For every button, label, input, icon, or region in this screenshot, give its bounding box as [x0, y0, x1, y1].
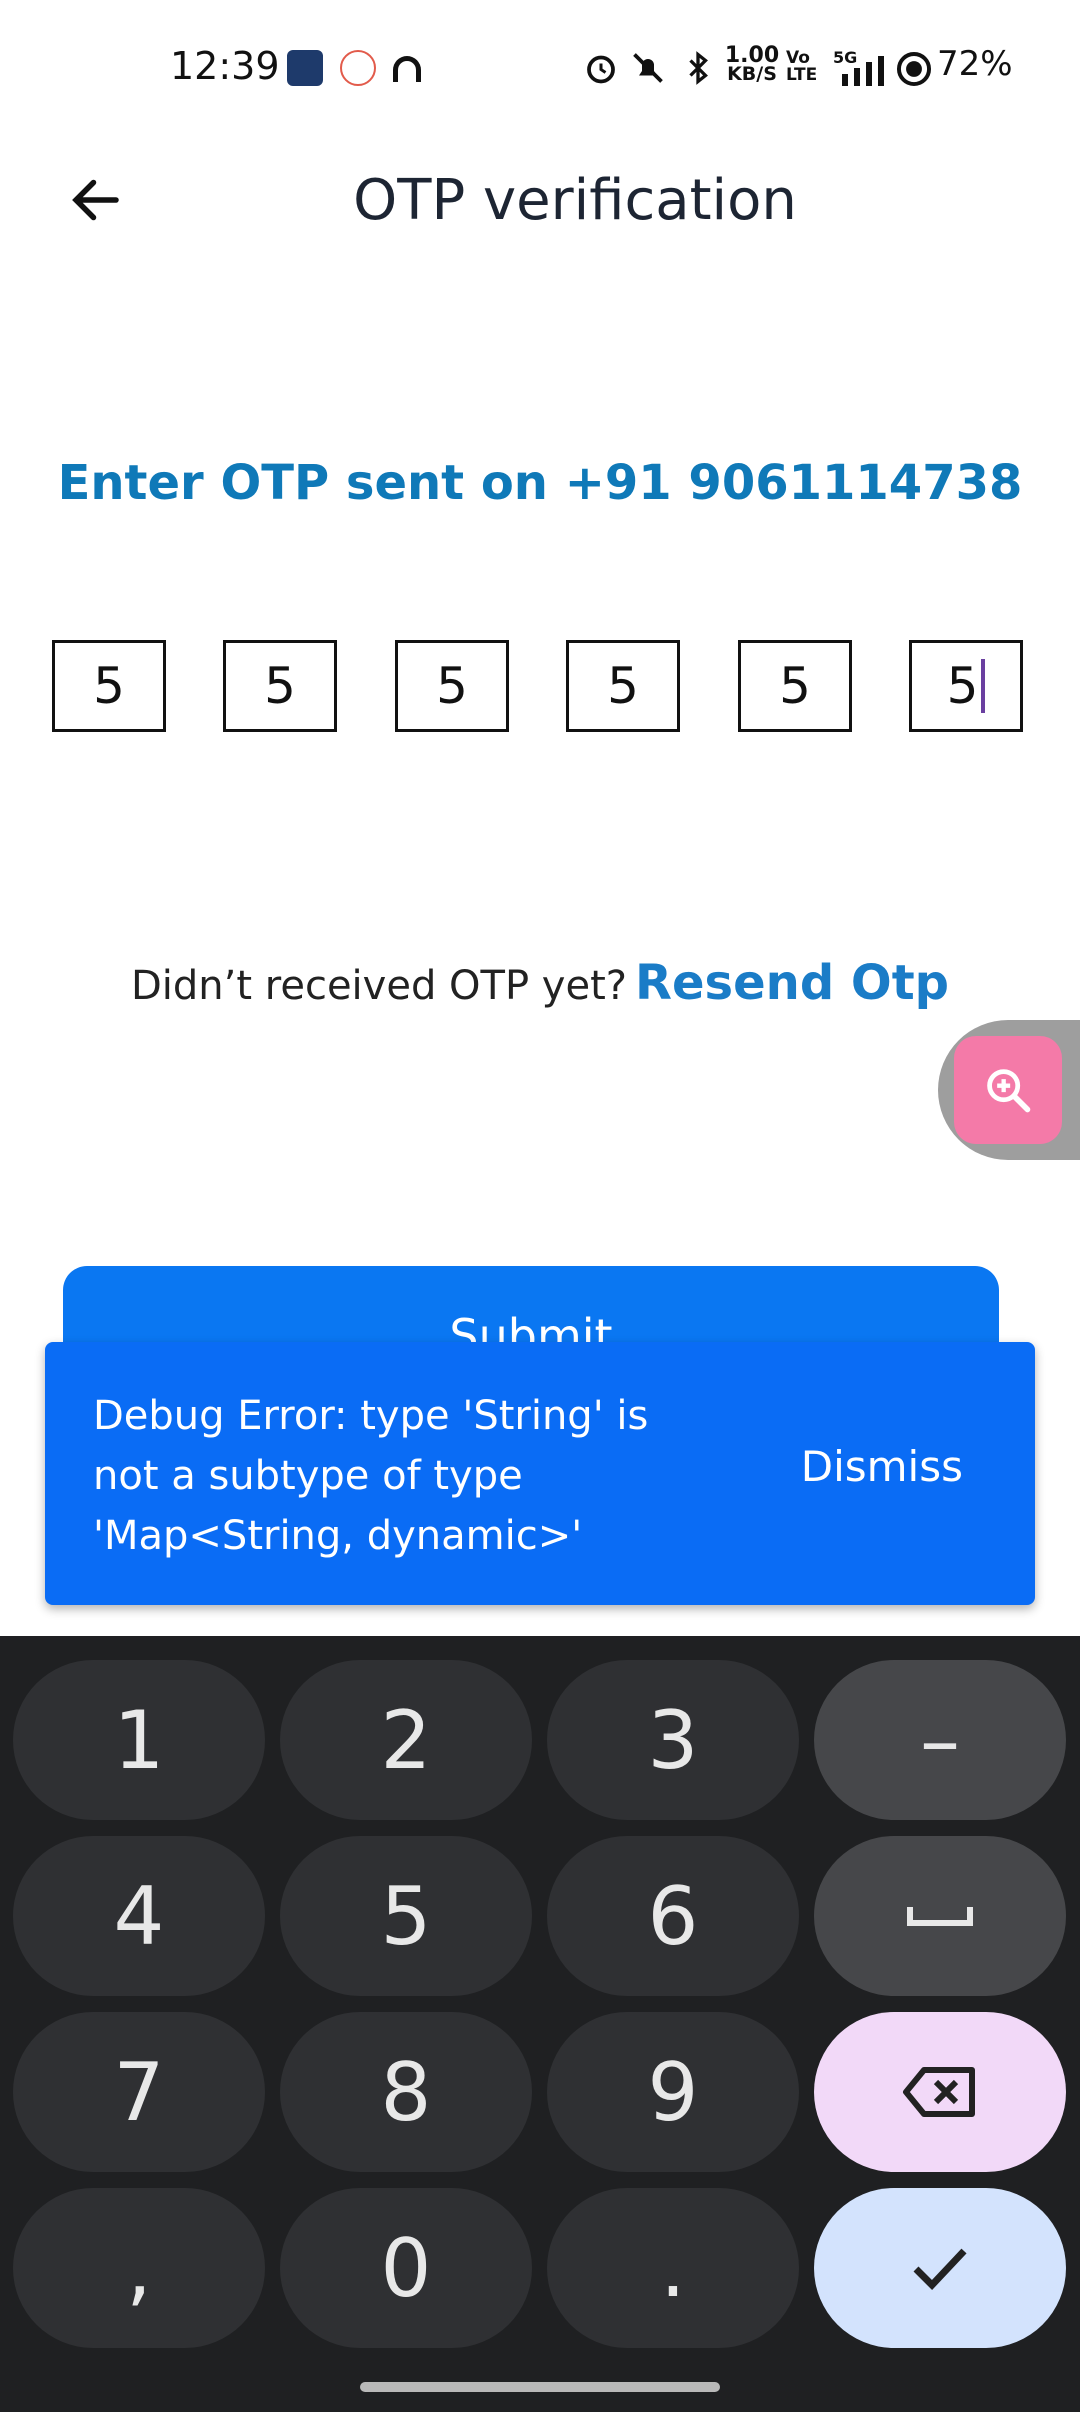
signal-icon [842, 56, 884, 86]
otp-digit: 5 [264, 657, 296, 715]
otp-digit-field-4[interactable]: 5 [566, 640, 680, 732]
error-snackbar: Debug Error: type 'String' is not a subt… [45, 1342, 1035, 1605]
alarm-icon [587, 55, 615, 84]
otp-digit: 5 [93, 657, 125, 715]
otp-digit-field-3[interactable]: 5 [395, 640, 509, 732]
battery-percent: 72% [937, 44, 1013, 84]
mute-icon [633, 53, 663, 83]
key-7[interactable]: 7 [13, 2012, 265, 2172]
key-dash[interactable]: – [814, 1660, 1066, 1820]
key-5[interactable]: 5 [280, 1836, 532, 1996]
key-backspace[interactable] [814, 2012, 1066, 2172]
key-0[interactable]: 0 [280, 2188, 532, 2348]
key-6[interactable]: 6 [547, 1836, 799, 1996]
key-3[interactable]: 3 [547, 1660, 799, 1820]
key-period[interactable]: . [547, 2188, 799, 2348]
otp-digit: 5 [436, 657, 468, 715]
key-done[interactable] [814, 2188, 1066, 2348]
resend-row: Didn’t received OTP yet? Resend Otp [0, 955, 1080, 1011]
net-speed: 1.00 KB/S [722, 45, 782, 85]
zoom-button[interactable] [954, 1036, 1062, 1144]
backspace-icon [903, 2067, 975, 2117]
dismiss-button[interactable]: Dismiss [801, 1442, 963, 1491]
key-1[interactable]: 1 [13, 1660, 265, 1820]
resend-prompt: Didn’t received OTP yet? [131, 963, 627, 1009]
key-8[interactable]: 8 [280, 2012, 532, 2172]
home-indicator[interactable] [360, 2382, 720, 2392]
otp-digit-field-6[interactable]: 5 [909, 640, 1023, 732]
bluetooth-icon [689, 51, 708, 85]
otp-digit-field-5[interactable]: 5 [738, 640, 852, 732]
volte-bottom: LTE [786, 65, 818, 85]
resend-otp-link[interactable]: Resend Otp [635, 955, 949, 1011]
numeric-keyboard: 1 2 3 – 4 5 6 7 8 9 , 0 . [0, 1636, 1080, 2412]
net-speed-unit: KB/S [727, 63, 777, 85]
key-comma[interactable]: , [13, 2188, 265, 2348]
otp-digit: 5 [779, 657, 811, 715]
otp-digit-field-2[interactable]: 5 [223, 640, 337, 732]
key-space[interactable] [814, 1836, 1066, 1996]
zoom-in-icon [987, 1069, 1031, 1113]
checkmark-icon [913, 2248, 967, 2291]
otp-digit: 5 [607, 657, 639, 715]
space-icon [907, 1907, 973, 1926]
app-notification-icon [340, 50, 376, 86]
otp-digit: 5 [946, 657, 979, 715]
key-4[interactable]: 4 [13, 1836, 265, 1996]
battery-icon [896, 51, 932, 87]
otp-digit-field-1[interactable]: 5 [52, 640, 166, 732]
key-2[interactable]: 2 [280, 1660, 532, 1820]
page-title: OTP verification [353, 168, 797, 233]
app-notification-icon [287, 50, 323, 86]
snackbar-message: Debug Error: type 'String' is not a subt… [93, 1393, 649, 1559]
app-notification-icon [393, 56, 421, 82]
status-time: 12:39 [170, 44, 280, 88]
key-9[interactable]: 9 [547, 2012, 799, 2172]
text-cursor [981, 659, 986, 713]
status-bar: 12:39 1.00 KB/S Vo LTE 5G 72% [0, 0, 1080, 140]
otp-prompt: Enter OTP sent on +91 9061114738 [57, 455, 1023, 511]
volte-indicator: Vo LTE [786, 50, 817, 84]
